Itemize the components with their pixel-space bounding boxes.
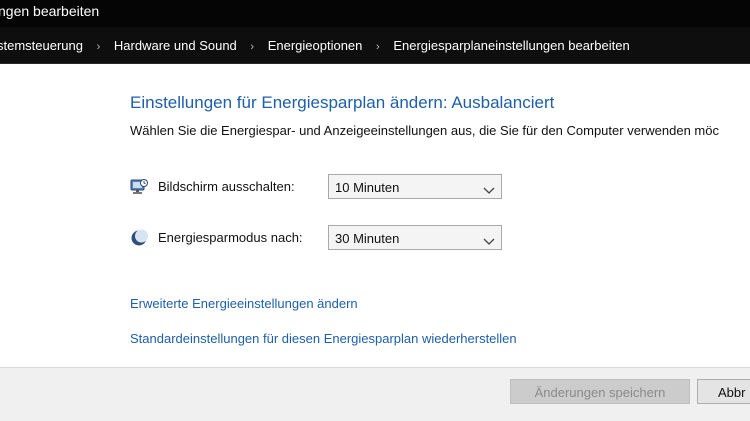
breadcrumb: stemsteuerung › Hardware und Sound › Ene… bbox=[0, 38, 630, 53]
display-off-value: 10 Minuten bbox=[335, 180, 400, 195]
monitor-icon bbox=[130, 178, 148, 196]
display-off-select[interactable]: 10 Minuten bbox=[328, 174, 502, 199]
breadcrumb-item-systemsteuerung[interactable]: stemsteuerung bbox=[0, 38, 83, 53]
breadcrumb-separator-icon[interactable]: › bbox=[97, 41, 101, 53]
window-title: ngen bearbeiten bbox=[0, 3, 100, 19]
breadcrumb-item-plan-settings[interactable]: Energiesparplaneinstellungen bearbeiten bbox=[393, 38, 629, 53]
chevron-down-icon bbox=[483, 182, 495, 194]
address-bar[interactable]: stemsteuerung › Hardware und Sound › Ene… bbox=[0, 27, 750, 64]
sleep-moon-icon bbox=[130, 229, 148, 247]
setting-row-display-off: Bildschirm ausschalten: 10 Minuten bbox=[130, 174, 530, 200]
cancel-button[interactable]: Abbr bbox=[697, 379, 750, 404]
advanced-power-settings-link[interactable]: Erweiterte Energieeinstellungen ändern bbox=[130, 296, 358, 311]
window-titlebar: ngen bearbeiten bbox=[0, 0, 750, 27]
sleep-value: 30 Minuten bbox=[335, 231, 400, 246]
breadcrumb-separator-icon[interactable]: › bbox=[250, 41, 254, 53]
main-content: Einstellungen für Energiesparplan ändern… bbox=[0, 64, 750, 367]
breadcrumb-item-hardware-und-sound[interactable]: Hardware und Sound bbox=[114, 38, 237, 53]
setting-row-sleep: Energiesparmodus nach: 30 Minuten bbox=[130, 225, 530, 251]
page-title: Einstellungen für Energiesparplan ändern… bbox=[130, 93, 555, 112]
display-off-label: Bildschirm ausschalten: bbox=[158, 179, 295, 194]
sleep-select[interactable]: 30 Minuten bbox=[328, 225, 502, 250]
page-description: Wählen Sie die Energiespar- und Anzeigee… bbox=[130, 123, 719, 138]
footer-bar: Änderungen speichern Abbr bbox=[0, 367, 750, 421]
breadcrumb-separator-icon[interactable]: › bbox=[376, 41, 380, 53]
sleep-label: Energiesparmodus nach: bbox=[158, 230, 303, 245]
restore-defaults-link[interactable]: Standardeinstellungen für diesen Energie… bbox=[130, 331, 517, 346]
breadcrumb-item-energieoptionen[interactable]: Energieoptionen bbox=[268, 38, 363, 53]
save-changes-button[interactable]: Änderungen speichern bbox=[510, 379, 690, 404]
chevron-down-icon bbox=[483, 233, 495, 245]
